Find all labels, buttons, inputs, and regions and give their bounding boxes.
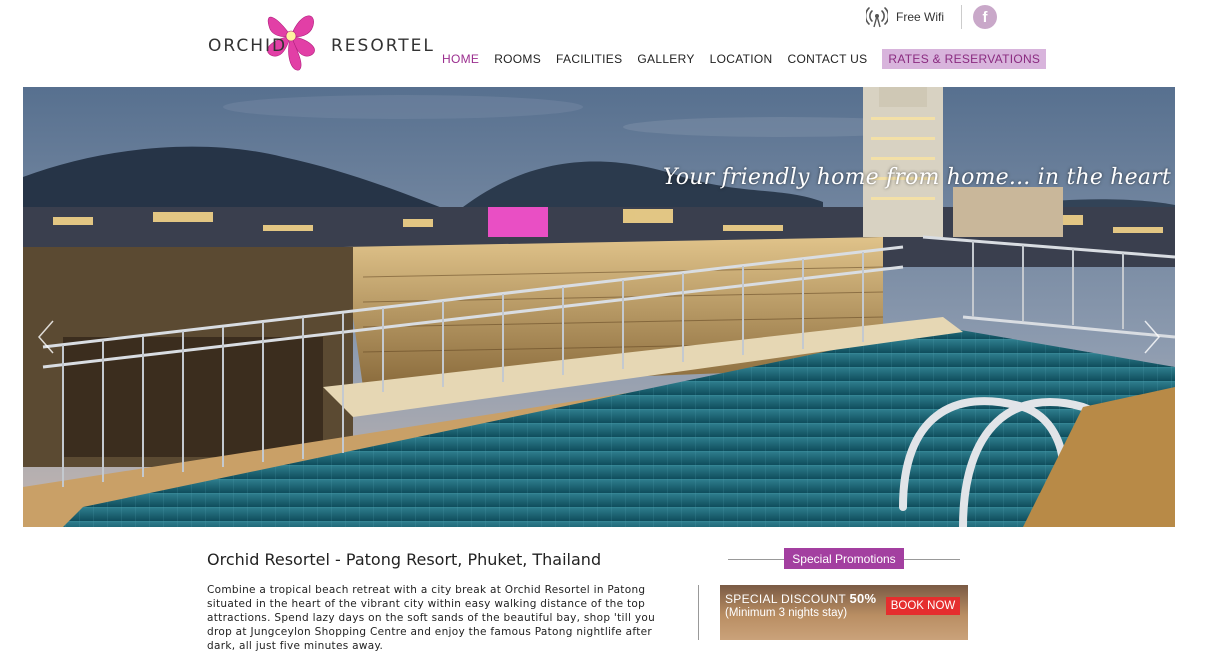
nav-facilities[interactable]: FACILITIES <box>556 52 622 66</box>
special-promotions-heading: Special Promotions <box>784 548 904 569</box>
logo-word-orchid: ORCHID <box>208 36 288 56</box>
site-logo[interactable]: ORCHID RESORTEL <box>207 6 433 74</box>
chevron-right-icon[interactable] <box>1141 317 1163 357</box>
promo-rule-right <box>904 559 960 560</box>
promo-rule-left <box>728 559 784 560</box>
main-navigation: HOME ROOMS FACILITIES GALLERY LOCATION C… <box>442 49 1047 69</box>
hero-slideshow: Your friendly home from home... in the h… <box>23 87 1175 527</box>
book-now-button[interactable]: BOOK NOW <box>886 597 960 615</box>
hero-image <box>23 87 1175 527</box>
content-divider <box>698 585 699 640</box>
wifi-icon <box>866 7 888 28</box>
promo-discount-line: SPECIAL DISCOUNT 50% <box>725 591 876 606</box>
facebook-icon[interactable]: f <box>973 5 997 29</box>
promo-discount-prefix: SPECIAL DISCOUNT <box>725 592 850 606</box>
nav-gallery[interactable]: GALLERY <box>637 52 694 66</box>
nav-home[interactable]: HOME <box>442 52 479 66</box>
nav-rates-reservations[interactable]: RATES & RESERVATIONS <box>882 49 1047 69</box>
nav-rooms[interactable]: ROOMS <box>494 52 541 66</box>
intro-paragraph: Combine a tropical beach retreat with a … <box>207 584 656 652</box>
promo-minimum-stay: (Minimum 3 nights stay) <box>725 607 848 619</box>
nav-contact-us[interactable]: CONTACT US <box>788 52 868 66</box>
nav-location[interactable]: LOCATION <box>710 52 773 66</box>
page-title: Orchid Resortel - Patong Resort, Phuket,… <box>207 550 602 569</box>
chevron-left-icon[interactable] <box>35 317 57 357</box>
promo-discount-value: 50% <box>849 591 877 606</box>
logo-word-resortel: RESORTEL <box>331 36 435 56</box>
hero-tagline: Your friendly home from home... in the h… <box>663 165 1175 190</box>
free-wifi-label: Free Wifi <box>896 10 944 24</box>
utility-divider <box>961 5 962 29</box>
utility-bar: Free Wifi f <box>866 4 997 30</box>
